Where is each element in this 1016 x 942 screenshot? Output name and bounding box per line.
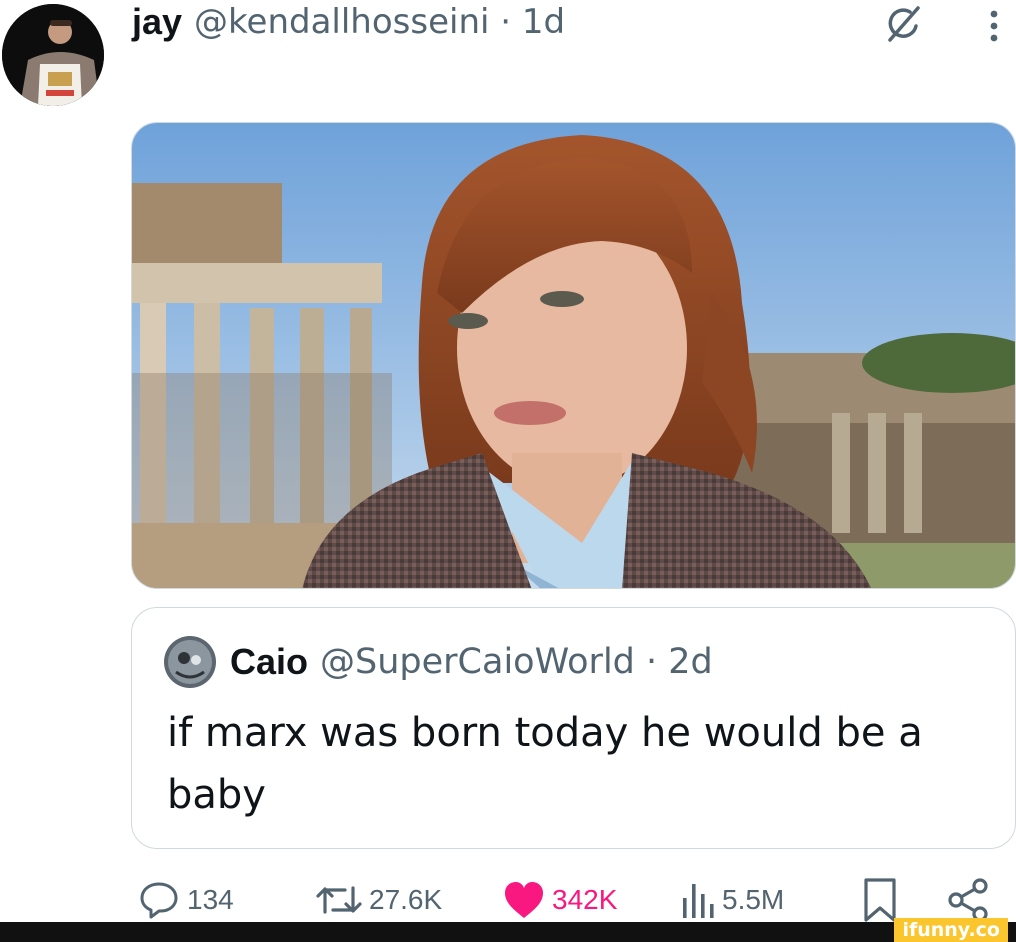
views-chart-icon xyxy=(680,878,716,922)
quoted-author-handle-time[interactable]: @SuperCaioWorld · 2d xyxy=(320,642,713,682)
reply-count: 134 xyxy=(187,884,234,915)
like-count: 342K xyxy=(552,884,618,915)
quoted-post-header: Caio @SuperCaioWorld · 2d xyxy=(230,634,713,690)
reply-icon xyxy=(137,878,181,922)
quoted-author-name[interactable]: Caio xyxy=(230,641,308,683)
author-handle-time[interactable]: @kendallhosseini · 1d xyxy=(194,2,565,42)
repost-count: 27.6K xyxy=(369,884,443,915)
post-media-image[interactable] xyxy=(131,122,1016,589)
reply-button[interactable]: 134 xyxy=(137,872,234,928)
repost-button[interactable]: 27.6K xyxy=(315,872,442,928)
like-button[interactable]: 342K xyxy=(502,872,617,928)
quoted-post-text: if marx was born today he would be a bab… xyxy=(167,710,923,818)
footer-bar xyxy=(0,922,1016,942)
quoted-post[interactable]: Caio @SuperCaioWorld · 2d if marx was bo… xyxy=(131,607,1016,849)
repost-icon xyxy=(315,878,363,922)
bookmark-icon xyxy=(862,876,898,924)
views-count: 5.5M xyxy=(722,884,785,915)
more-vertical-icon[interactable] xyxy=(984,6,1004,46)
quoted-author-avatar[interactable] xyxy=(164,636,216,688)
author-avatar[interactable] xyxy=(2,4,104,106)
post-header: jay @kendallhosseini · 1d xyxy=(132,0,565,44)
ifunny-watermark: ifunny.co xyxy=(894,918,1008,942)
action-bar: 134 27.6K 342K 5.5M xyxy=(0,872,1016,928)
author-name[interactable]: jay xyxy=(132,1,182,43)
heart-icon xyxy=(502,878,546,922)
share-icon xyxy=(944,876,994,924)
bookmark-button[interactable] xyxy=(862,872,898,928)
views-button[interactable]: 5.5M xyxy=(680,872,784,928)
grok-icon[interactable] xyxy=(880,2,926,48)
